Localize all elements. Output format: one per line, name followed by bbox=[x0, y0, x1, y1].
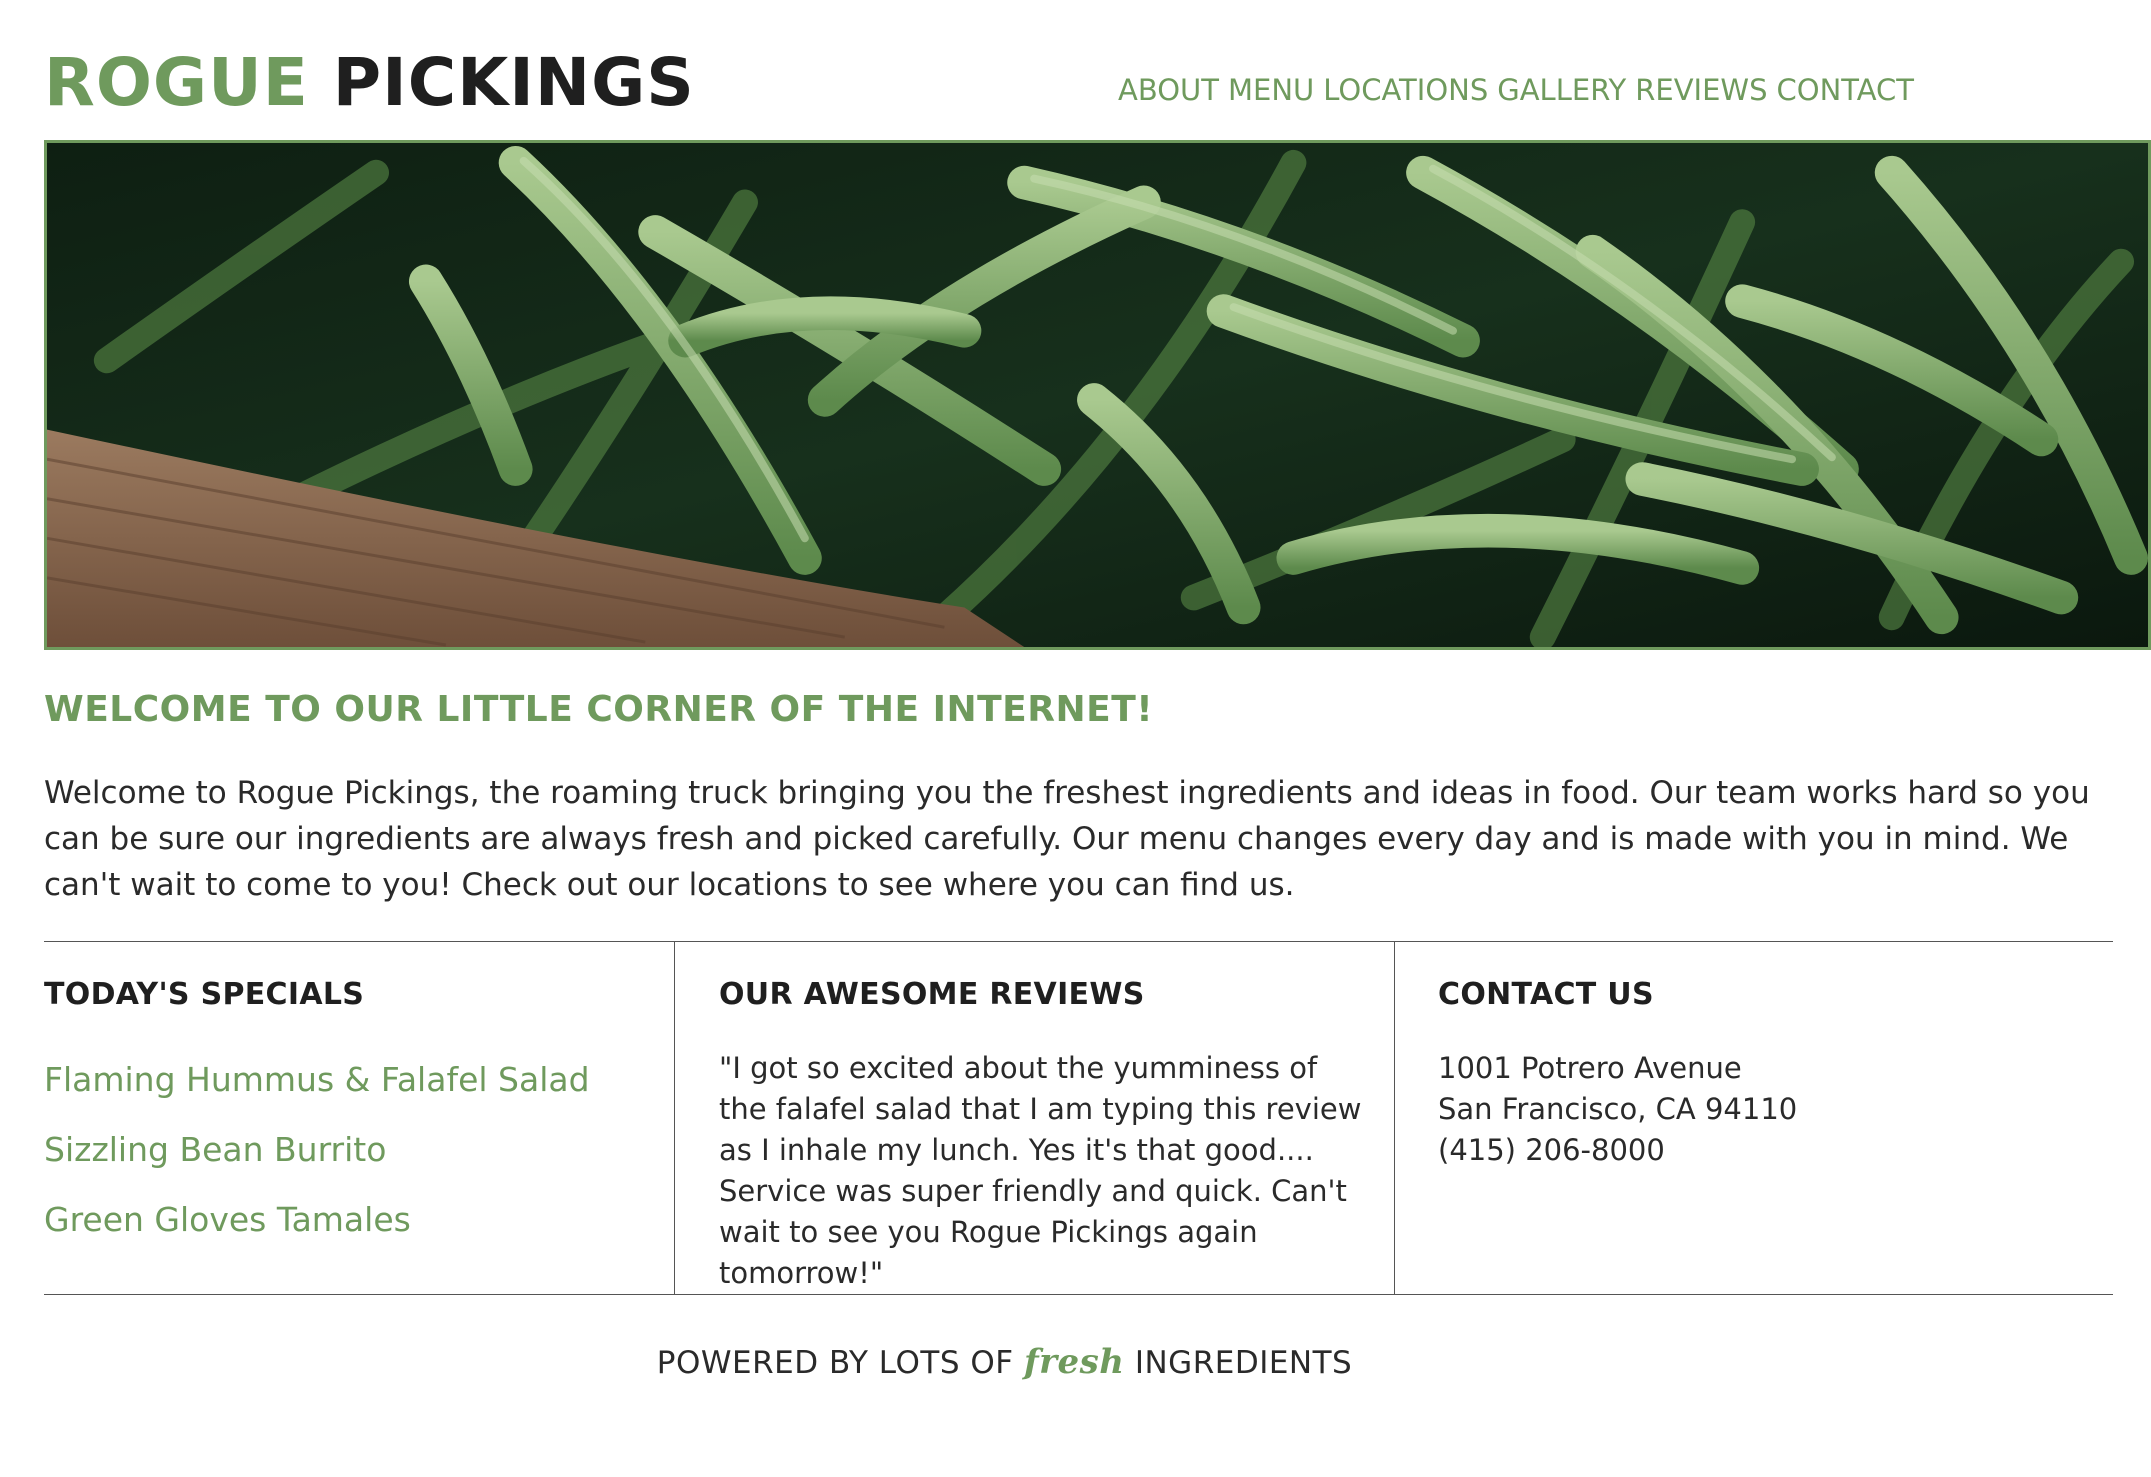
footer-fresh-word: fresh bbox=[1023, 1342, 1125, 1382]
special-item-1[interactable]: Flaming Hummus & Falafel Salad bbox=[44, 1060, 590, 1130]
footer-text-before: POWERED BY LOTS OF bbox=[656, 1345, 1014, 1381]
section-divider-top bbox=[44, 941, 2113, 942]
special-item-2[interactable]: Sizzling Bean Burrito bbox=[44, 1130, 590, 1200]
site-logo[interactable]: ROGUE PICKINGS bbox=[44, 50, 695, 116]
column-divider-1 bbox=[674, 942, 675, 1295]
contact-details: 1001 Potrero Avenue San Francisco, CA 94… bbox=[1438, 1048, 1797, 1171]
specials-heading: TODAY'S SPECIALS bbox=[44, 977, 365, 1012]
nav-link-locations[interactable]: LOCATIONS bbox=[1323, 76, 1488, 105]
green-beans-photo bbox=[47, 143, 2148, 647]
section-divider-bottom bbox=[44, 1294, 2113, 1295]
logo-word-pickings: PICKINGS bbox=[332, 44, 695, 121]
special-item-3[interactable]: Green Gloves Tamales bbox=[44, 1200, 590, 1270]
specials-list: Flaming Hummus & Falafel Salad Sizzling … bbox=[44, 1060, 590, 1270]
contact-heading: CONTACT US bbox=[1438, 977, 1654, 1012]
nav-link-menu[interactable]: MENU bbox=[1228, 76, 1314, 105]
hero-image bbox=[44, 140, 2151, 650]
nav-link-gallery[interactable]: GALLERY bbox=[1497, 76, 1626, 105]
nav-link-about[interactable]: ABOUT bbox=[1118, 76, 1219, 105]
contact-phone[interactable]: (415) 206-8000 bbox=[1438, 1130, 1797, 1171]
logo-word-rogue: ROGUE bbox=[44, 44, 309, 121]
contact-city: San Francisco, CA 94110 bbox=[1438, 1092, 1798, 1126]
nav-link-contact[interactable]: CONTACT bbox=[1777, 76, 1915, 105]
reviews-heading: OUR AWESOME REVIEWS bbox=[719, 977, 1145, 1012]
contact-street: 1001 Potrero Avenue bbox=[1438, 1051, 1742, 1085]
review-quote: "I got so excited about the yumminess of… bbox=[719, 1051, 1362, 1290]
welcome-paragraph: Welcome to Rogue Pickings, the roaming t… bbox=[44, 775, 2090, 903]
nav-link-reviews[interactable]: REVIEWS bbox=[1635, 76, 1767, 105]
column-divider-2 bbox=[1394, 942, 1395, 1295]
footer-tagline: POWERED BY LOTS OF fresh INGREDIENTS bbox=[0, 1342, 2009, 1382]
welcome-heading: WELCOME TO OUR LITTLE CORNER OF THE INTE… bbox=[44, 689, 1154, 730]
footer-text-after: INGREDIENTS bbox=[1134, 1345, 1353, 1381]
main-nav: ABOUT MENU LOCATIONS GALLERY REVIEWS CON… bbox=[1118, 76, 1968, 105]
